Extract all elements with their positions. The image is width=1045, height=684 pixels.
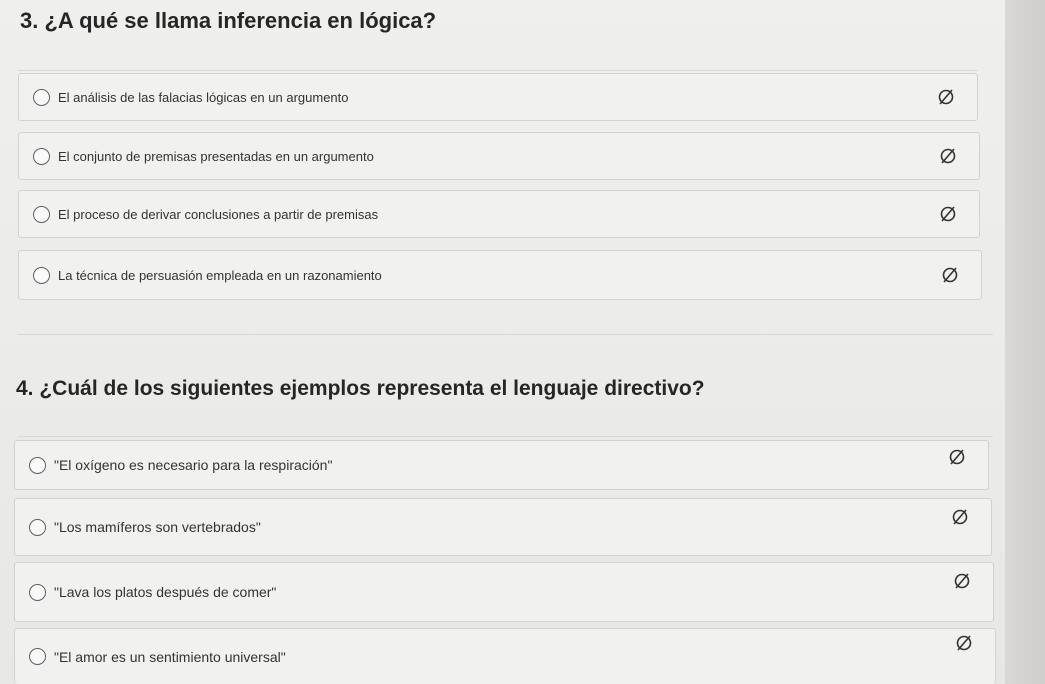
radio-unselected-icon[interactable]: [29, 583, 46, 601]
strikethrough-icon[interactable]: [955, 634, 973, 652]
strikethrough-icon[interactable]: [953, 572, 971, 590]
strikethrough-icon[interactable]: [939, 147, 957, 165]
question-3-option-4[interactable]: La técnica de persuasión empleada en un …: [18, 250, 982, 300]
question-3-title: 3. ¿A qué se llama inferencia en lógica?: [20, 8, 437, 33]
question-4-option-3[interactable]: "Lava los platos después de comer": [14, 562, 994, 622]
option-label: "Lava los platos después de comer": [54, 584, 277, 600]
radio-unselected-icon[interactable]: [33, 266, 50, 284]
radio-unselected-icon[interactable]: [33, 147, 50, 165]
question-4-option-2[interactable]: "Los mamíferos son vertebrados": [14, 498, 992, 556]
question-3-option-1[interactable]: El análisis de las falacias lógicas en u…: [18, 73, 978, 121]
question-3-option-2[interactable]: El conjunto de premisas presentadas en u…: [18, 132, 980, 180]
strikethrough-icon[interactable]: [951, 508, 969, 526]
option-label: "El oxígeno es necesario para la respira…: [54, 457, 333, 473]
strikethrough-icon[interactable]: [937, 88, 955, 106]
option-label: La técnica de persuasión empleada en un …: [58, 267, 382, 283]
question-4-rule: [18, 436, 993, 437]
question-4-option-4[interactable]: "El amor es un sentimiento universal": [14, 628, 996, 684]
question-4-title: 4. ¿Cuál de los siguientes ejemplos repr…: [16, 377, 705, 400]
radio-unselected-icon[interactable]: [29, 648, 46, 665]
option-label: "El amor es un sentimiento universal": [54, 648, 286, 665]
strikethrough-icon[interactable]: [939, 205, 957, 223]
page-edge-shadow: [1005, 0, 1045, 684]
quiz-sheet: 3. ¿A qué se llama inferencia en lógica?…: [0, 0, 1012, 684]
radio-unselected-icon[interactable]: [33, 205, 50, 223]
option-label: El proceso de derivar conclusiones a par…: [58, 206, 379, 222]
option-label: El conjunto de premisas presentadas en u…: [58, 148, 374, 164]
question-4-option-1[interactable]: "El oxígeno es necesario para la respira…: [14, 440, 989, 490]
option-label: El análisis de las falacias lógicas en u…: [58, 89, 349, 105]
radio-unselected-icon[interactable]: [29, 456, 46, 474]
radio-unselected-icon[interactable]: [33, 88, 50, 106]
question-3-option-3[interactable]: El proceso de derivar conclusiones a par…: [18, 190, 980, 238]
question-3-rule: [18, 70, 978, 71]
option-label: "Los mamíferos son vertebrados": [54, 519, 261, 535]
strikethrough-icon[interactable]: [948, 448, 966, 466]
radio-unselected-icon[interactable]: [29, 518, 46, 536]
strikethrough-icon[interactable]: [941, 266, 959, 284]
section-divider: [18, 334, 993, 335]
